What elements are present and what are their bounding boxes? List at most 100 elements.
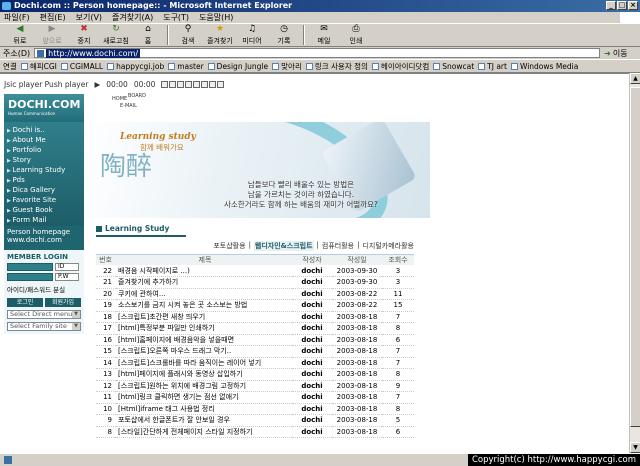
nav-item[interactable]: Learning Study xyxy=(7,166,81,176)
row-subject[interactable]: [html]페이지에 플래시와 동영상 삽입하기 xyxy=(116,368,292,381)
menu-help[interactable]: 도움말(H) xyxy=(199,12,233,23)
row-subject[interactable]: 포토샵에서 한글폰트가 잘 안보일 경우 xyxy=(116,414,292,427)
site-logo[interactable]: DOCHI.COM Human Communication xyxy=(4,94,84,122)
table-row[interactable]: 12 [스크립트]원하는 위치에 배경그림 고정하기 dochi 2003-08-18… xyxy=(96,380,414,392)
nav-item[interactable]: Portfolio xyxy=(7,146,81,156)
mail-button[interactable]: ✉ 메일 xyxy=(308,24,340,46)
link-item[interactable]: master xyxy=(168,62,204,71)
player-button[interactable] xyxy=(217,80,225,88)
top-nav-board[interactable]: BOARD xyxy=(128,93,146,99)
player-button[interactable] xyxy=(161,80,169,88)
minimize-button[interactable]: _ xyxy=(606,1,616,10)
table-row[interactable]: 17 [html]특정부분 파일만 인쇄하기 dochi 2003-08-18 8 xyxy=(96,322,414,335)
link-item[interactable]: Snowcat xyxy=(433,62,474,71)
row-subject[interactable]: [스크립트]초간편 새창 띄우기 xyxy=(116,311,292,323)
player-button[interactable] xyxy=(209,80,217,88)
category-tab-active[interactable]: 웹디자인&스크립트 xyxy=(253,241,314,251)
row-subject[interactable]: [스크립트]원하는 위치에 배경그림 고정하기 xyxy=(116,380,292,392)
maximize-button[interactable]: □ xyxy=(617,1,627,10)
row-subject[interactable]: [스타일]간단하게 전체페이지 스타일 지정하기 xyxy=(116,426,292,438)
forward-button[interactable]: ▶ 앞으로 xyxy=(36,24,68,46)
nav-item[interactable]: Pds xyxy=(7,176,81,186)
scroll-up-arrow-icon[interactable]: ▲ xyxy=(630,73,640,84)
table-row[interactable]: 22 배경음 시작페이지로 ...) dochi 2003-09-30 3 xyxy=(96,265,414,277)
player-button[interactable] xyxy=(193,80,201,88)
link-item[interactable]: 해피CGI xyxy=(20,61,57,72)
row-subject[interactable]: [html]특정부분 파일만 인쇄하기 xyxy=(116,322,292,335)
menu-edit[interactable]: 편집(E) xyxy=(40,12,66,23)
vertical-scrollbar[interactable]: ▲ ▼ xyxy=(629,73,640,453)
favorites-button[interactable]: ★ 즐겨찾기 xyxy=(204,24,236,46)
link-item[interactable]: TJ art xyxy=(478,62,507,71)
row-subject[interactable]: 쿠키에 관하여... xyxy=(116,288,292,300)
category-tab[interactable]: 포토샵활용 xyxy=(213,241,245,251)
table-row[interactable]: 18 [스크립트]초간편 새창 띄우기 dochi 2003-08-18 7 xyxy=(96,311,414,323)
link-item[interactable]: Design Jungle xyxy=(207,62,268,71)
password-input[interactable] xyxy=(7,273,53,281)
category-tab[interactable]: 디지털카메라활용 xyxy=(362,241,414,251)
table-row[interactable]: 9 포토샵에서 한글폰트가 잘 안보일 경우 dochi 2003-08-18 5 xyxy=(96,414,414,427)
nav-item[interactable]: Dica Gallery xyxy=(7,186,81,196)
refresh-button[interactable]: ↻ 새로고침 xyxy=(100,24,132,46)
table-row[interactable]: 13 [html]페이지에 플래시와 동영상 삽입하기 dochi 2003-08-1… xyxy=(96,368,414,381)
table-row[interactable]: 19 소스보기를 금지 시켜 놓은 곳 소스보는 방법 dochi 2003-08-2… xyxy=(96,299,414,312)
row-subject[interactable]: 소스보기를 금지 시켜 놓은 곳 소스보는 방법 xyxy=(116,299,292,312)
find-account-link[interactable]: 아이디/패스워드 분실 xyxy=(7,284,81,294)
row-subject[interactable]: [html]링크 클릭하면 생기는 점선 없애기 xyxy=(116,391,292,404)
link-item[interactable]: 맞아리 xyxy=(272,61,302,72)
link-item[interactable]: Windows Media xyxy=(510,62,578,71)
top-nav-home[interactable]: HOME xyxy=(112,96,127,102)
player-button[interactable] xyxy=(185,80,193,88)
link-item[interactable]: happycgi.job xyxy=(107,62,164,71)
nav-item[interactable]: About Me xyxy=(7,136,81,146)
print-button[interactable]: ⎙ 인쇄 xyxy=(340,24,372,46)
play-icon[interactable]: ▶ xyxy=(94,80,100,89)
nav-item[interactable]: Favorite Site xyxy=(7,196,81,206)
player-button[interactable] xyxy=(177,80,185,88)
nav-item[interactable]: Story xyxy=(7,156,81,166)
table-row[interactable]: 11 [html]링크 클릭하면 생기는 점선 없애기 dochi 2003-08-1… xyxy=(96,391,414,404)
family-site-select[interactable]: Select Family site xyxy=(7,322,81,331)
table-row[interactable]: 15 [스크립트]오른쪽 마우스 드래그 막기.. dochi 2003-08-18 7 xyxy=(96,345,414,358)
player-button[interactable] xyxy=(169,80,177,88)
nav-item[interactable]: Guest Book xyxy=(7,206,81,216)
category-tab[interactable]: 컴퓨터활용 xyxy=(322,241,354,251)
history-button[interactable]: ◷ 기록 xyxy=(268,24,300,46)
id-input[interactable] xyxy=(7,263,53,271)
table-row[interactable]: 16 [html]홈페이지에 배경음악을 넣을때면 dochi 2003-08-18 6 xyxy=(96,334,414,346)
nav-item[interactable]: Dochi is.. xyxy=(7,126,81,136)
nav-item[interactable]: Form Mail xyxy=(7,216,81,226)
row-subject[interactable]: 배경음 시작페이지로 ...) xyxy=(116,265,292,277)
table-row[interactable]: 14 [스크립트]스크롤바를 따라 움직이는 레이어 넣기 dochi 2003-08… xyxy=(96,357,414,369)
search-button[interactable]: ⚲ 검색 xyxy=(172,24,204,46)
direct-menu-select[interactable]: Select Direct menu xyxy=(7,310,81,319)
join-button[interactable]: 회원가입 xyxy=(45,298,81,307)
menu-tools[interactable]: 도구(T) xyxy=(163,12,189,23)
menu-view[interactable]: 보기(V) xyxy=(76,12,102,23)
media-button[interactable]: ♫ 미디어 xyxy=(236,24,268,46)
row-subject[interactable]: [Html]iframe 태그 사용법 정리 xyxy=(116,403,292,415)
stop-button[interactable]: ✖ 중지 xyxy=(68,24,100,46)
link-item[interactable]: CGIMALL xyxy=(60,62,103,71)
table-row[interactable]: 8 [스타일]간단하게 전체페이지 스타일 지정하기 dochi 2003-08-18… xyxy=(96,426,414,438)
menu-file[interactable]: 파일(F) xyxy=(4,12,30,23)
table-row[interactable]: 21 즐겨찾기에 추가하기 dochi 2003-09-30 3 xyxy=(96,276,414,289)
scroll-thumb[interactable] xyxy=(630,87,640,427)
address-input[interactable]: http://www.dochi.com/ xyxy=(34,48,601,58)
row-subject[interactable]: [스크립트]오른쪽 마우스 드래그 막기.. xyxy=(116,345,292,358)
link-item[interactable]: 헤이아이디닷컴 xyxy=(371,61,429,72)
link-item[interactable]: 링크 사용자 정의 xyxy=(305,61,368,72)
scroll-down-arrow-icon[interactable]: ▼ xyxy=(630,442,640,453)
row-subject[interactable]: [스크립트]스크롤바를 따라 움직이는 레이어 넣기 xyxy=(116,357,292,369)
row-subject[interactable]: 즐겨찾기에 추가하기 xyxy=(116,276,292,289)
back-button[interactable]: ◀ 뒤로 xyxy=(4,24,36,46)
player-button[interactable] xyxy=(201,80,209,88)
close-button[interactable]: × xyxy=(628,1,638,10)
table-row[interactable]: 20 쿠키에 관하여... dochi 2003-08-22 11 xyxy=(96,288,414,300)
home-button[interactable]: ⌂ 홈 xyxy=(132,24,164,46)
menu-favorites[interactable]: 즐겨찾기(A) xyxy=(112,12,153,23)
top-nav-email[interactable]: E-MAIL xyxy=(120,103,137,109)
table-row[interactable]: 10 [Html]iframe 태그 사용법 정리 dochi 2003-08-18 8 xyxy=(96,403,414,415)
login-button[interactable]: 로그인 xyxy=(7,298,43,307)
row-subject[interactable]: [html]홈페이지에 배경음악을 넣을때면 xyxy=(116,334,292,346)
